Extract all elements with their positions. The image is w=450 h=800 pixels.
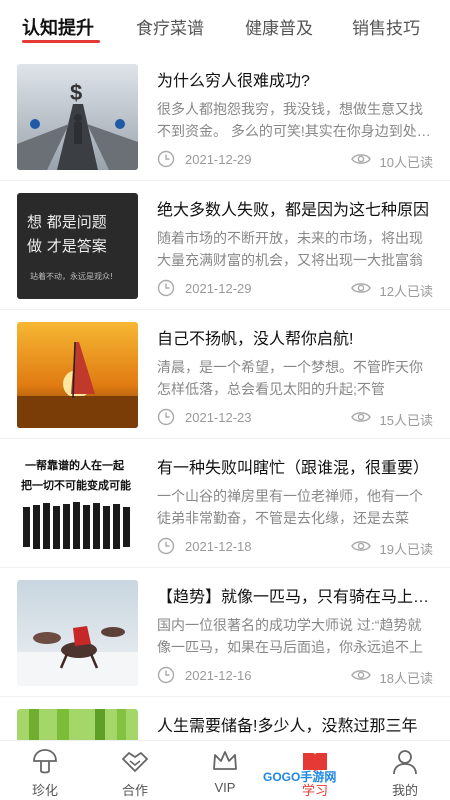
nav-label: 珍化 (31, 783, 58, 798)
category-tabs: 认知提升 食疗菜谱 健康普及 销售技巧 (0, 0, 450, 50)
tab-recipes[interactable]: 食疗菜谱 (136, 14, 204, 39)
read-count: 15人已读 (379, 413, 433, 428)
thumb-caption: 一帮靠谱的人在一起 (25, 458, 125, 472)
article-item[interactable]: 人生需要储备!多少人，没熬过那三年 (0, 697, 450, 740)
eye-icon (351, 154, 371, 164)
sunset-windsurf-image (17, 322, 138, 428)
publish-date: 2021-12-29 (185, 281, 252, 296)
clock-icon (157, 150, 175, 168)
article-item[interactable]: 一帮靠谱的人在一起 把一切不可能变成可能 有一种失败叫瞎忙（跟谁混，很重要） 一… (0, 439, 450, 568)
nav-item-zhenhua[interactable]: 珍化 (15, 747, 75, 799)
thumb-caption: 把一切不可能变成可能 (21, 478, 131, 492)
active-tab-indicator (22, 40, 100, 43)
bamboo-image (17, 709, 138, 740)
article-thumbnail (17, 322, 138, 428)
clock-icon (157, 666, 175, 684)
article-summary: 一个山谷的禅房里有一位老禅师，他有一个徒弟非常勤奋，不管是去化缘，还是去菜 (157, 488, 423, 526)
article-meta: 2021-12-29 12人已读 (157, 279, 433, 299)
publish-date: 2021-12-23 (185, 410, 252, 425)
article-title[interactable]: 有一种失败叫瞎忙（跟谁混，很重要） (157, 454, 433, 478)
article-item[interactable]: 自己不扬帆，没人帮你启航! 清晨，是一个希望，一个梦想。不管昨天你怎样低落，总会… (0, 310, 450, 439)
article-title[interactable]: 为什么穷人很难成功? (157, 67, 433, 91)
clock-icon (157, 279, 175, 297)
publish-date: 2021-12-18 (185, 539, 252, 554)
article-item[interactable]: 想 都是问题 做 才是答案 站着不动，永远是观众! 绝大多数人失败，都是因为这七… (0, 181, 450, 310)
nav-label: 合作 (121, 783, 148, 798)
read-count: 10人已读 (379, 155, 433, 170)
nav-item-vip[interactable]: VIP (195, 747, 255, 799)
thumb-caption: 站着不动，永远是观众! (30, 271, 113, 281)
read-count: 18人已读 (379, 671, 433, 686)
article-summary: 随着市场的不断开放，未来的市场，将出现大量充满财富的机会，又将出现一大批富翁 (157, 230, 423, 268)
read-count: 12人已读 (379, 284, 433, 299)
article-title[interactable]: 自己不扬帆，没人帮你启航! (157, 325, 433, 349)
chalkboard-quote-image: 想 都是问题 做 才是答案 站着不动，永远是观众! (17, 193, 138, 299)
publish-date: 2021-12-16 (185, 668, 252, 683)
handshake-icon (122, 752, 148, 772)
article-meta: 2021-12-18 19人已读 (157, 537, 433, 557)
crown-icon (213, 751, 237, 770)
road-businessman-image: $ (17, 64, 138, 170)
horse-rider-image (17, 580, 138, 686)
eye-icon (351, 412, 371, 422)
eye-icon (351, 670, 371, 680)
article-item[interactable]: $ 为什么穷人很难成功? 很多人都抱怨我穷，我没钱，想做生意又找不到资金。 多么… (0, 52, 450, 181)
tab-sales[interactable]: 销售技巧 (352, 14, 420, 39)
read-count: 19人已读 (379, 542, 433, 557)
article-thumbnail: 一帮靠谱的人在一起 把一切不可能变成可能 (17, 451, 138, 557)
thumb-caption: 想 都是问题 (27, 213, 107, 231)
nav-label: VIP (214, 780, 236, 795)
mushroom-icon (33, 749, 57, 774)
article-thumbnail (17, 709, 138, 740)
article-meta: 2021-12-23 15人已读 (157, 408, 433, 428)
article-summary: 国内一位很著名的成功学大师说 过:“趋势就像一匹马，如果在马后面追，你永远追不上 (157, 617, 423, 655)
article-summary: 很多人都抱怨我穷，我没钱，想做生意又找不到资金。 多么的可笑!其实在你身边到处都… (157, 101, 431, 139)
article-meta: 2021-12-16 18人已读 (157, 666, 433, 686)
bottom-navigation: 珍化 合作 VIP 学习 我的 (0, 740, 450, 800)
tab-cognition[interactable]: 认知提升 (22, 14, 94, 40)
eye-icon (351, 541, 371, 551)
clock-icon (157, 537, 175, 555)
svg-text:$: $ (70, 80, 82, 105)
team-silhouettes-image: 一帮靠谱的人在一起 把一切不可能变成可能 (17, 451, 138, 557)
article-thumbnail (17, 580, 138, 686)
site-watermark: GOGO手游网 (263, 770, 337, 784)
clock-icon (157, 408, 175, 426)
article-title[interactable]: 绝大多数人失败，都是因为这七种原因 (157, 196, 433, 220)
nav-label: 我的 (391, 783, 418, 798)
article-title[interactable]: 【趋势】就像一匹马，只有骑在马上才能前进 (157, 583, 433, 607)
nav-item-cooperation[interactable]: 合作 (105, 747, 165, 799)
article-title[interactable]: 人生需要储备!多少人，没熬过那三年 (157, 712, 433, 736)
article-summary: 清晨，是一个希望，一个梦想。不管昨天你怎样低落，总会看见太阳的升起;不管 (157, 359, 423, 397)
user-icon (393, 750, 417, 775)
article-list[interactable]: $ 为什么穷人很难成功? 很多人都抱怨我穷，我没钱，想做生意又找不到资金。 多么… (0, 52, 450, 740)
article-thumbnail: 想 都是问题 做 才是答案 站着不动，永远是观众! (17, 193, 138, 299)
publish-date: 2021-12-29 (185, 152, 252, 167)
article-item[interactable]: 【趋势】就像一匹马，只有骑在马上才能前进 国内一位很著名的成功学大师说 过:“趋… (0, 568, 450, 697)
tab-health[interactable]: 健康普及 (245, 14, 313, 39)
nav-item-mine[interactable]: 我的 (375, 747, 435, 799)
article-thumbnail: $ (17, 64, 138, 170)
article-meta: 2021-12-29 10人已读 (157, 150, 433, 170)
eye-icon (351, 283, 371, 293)
thumb-caption: 做 才是答案 (27, 237, 107, 255)
